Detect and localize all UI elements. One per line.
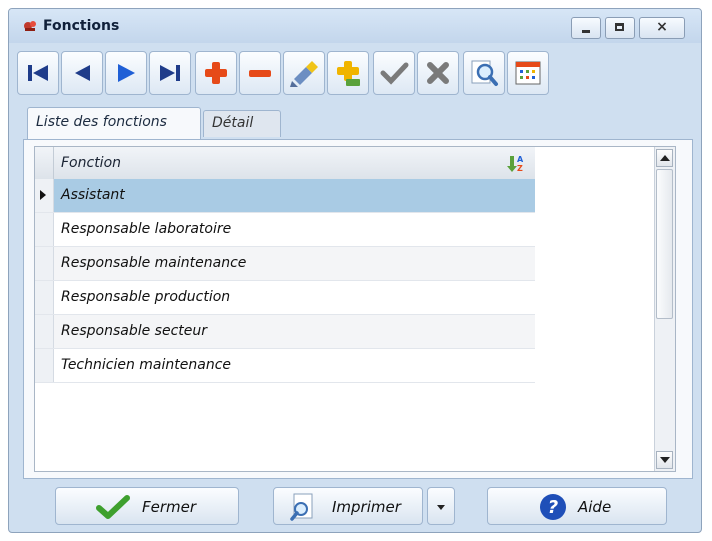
previous-record-button[interactable]: [61, 51, 103, 95]
plus-icon: [205, 62, 227, 84]
scroll-down-button[interactable]: [656, 451, 673, 469]
check-icon: [380, 62, 409, 85]
imprimer-dropdown-button[interactable]: [427, 487, 455, 525]
row-cell-fonction: Responsable maintenance: [61, 255, 247, 271]
table-row[interactable]: Responsable secteur: [35, 315, 535, 349]
tab-detail[interactable]: Détail: [203, 110, 281, 137]
functions-grid[interactable]: Fonction A Z Assistant Responsable labor…: [34, 146, 676, 472]
last-record-button[interactable]: [149, 51, 191, 95]
column-header-fonction[interactable]: Fonction: [61, 155, 121, 171]
table-row[interactable]: Technicien maintenance: [35, 349, 535, 383]
close-icon: ×: [656, 19, 668, 35]
minus-icon: [249, 70, 271, 77]
next-record-button[interactable]: [105, 51, 147, 95]
minimize-button[interactable]: [571, 17, 601, 39]
row-indicator: [35, 179, 54, 212]
help-icon: ?: [540, 494, 566, 520]
imprimer-button[interactable]: Imprimer: [273, 487, 423, 525]
svg-text:A: A: [517, 155, 524, 164]
svg-text:Z: Z: [517, 164, 523, 173]
fermer-button[interactable]: Fermer: [55, 487, 239, 525]
vertical-scrollbar[interactable]: [654, 147, 675, 471]
svg-text:?: ?: [548, 497, 558, 518]
row-cell-fonction: Responsable secteur: [61, 323, 208, 339]
add-record-button[interactable]: [195, 51, 237, 95]
row-indicator: [35, 349, 54, 382]
brush-icon: [290, 61, 318, 87]
check-icon: [96, 495, 130, 519]
table-row[interactable]: Responsable laboratoire: [35, 213, 535, 247]
row-cell-fonction: Responsable laboratoire: [61, 221, 232, 237]
fermer-label: Fermer: [142, 498, 197, 516]
cancel-button[interactable]: [417, 51, 459, 95]
window-title: Fonctions: [43, 18, 120, 34]
table-row[interactable]: Assistant: [35, 179, 535, 213]
tab-liste-des-fonctions[interactable]: Liste des fonctions: [27, 107, 201, 139]
row-indicator: [35, 281, 54, 314]
delete-record-button[interactable]: [239, 51, 281, 95]
validate-button[interactable]: [373, 51, 415, 95]
app-icon: [24, 21, 36, 31]
grid-header: Fonction A Z: [35, 147, 535, 180]
close-window-button[interactable]: ×: [639, 17, 685, 39]
row-cell-fonction: Technicien maintenance: [61, 357, 232, 373]
tab-panel: Fonction A Z Assistant Responsable labor…: [23, 139, 693, 479]
header-indicator-cell: [35, 147, 54, 179]
row-cell-fonction: Assistant: [61, 187, 125, 203]
fonctions-window: Fonctions × Liste des fonctions Détail F…: [8, 8, 702, 533]
print-preview-icon: [290, 493, 313, 521]
aide-button[interactable]: ? Aide: [487, 487, 667, 525]
row-cell-fonction: Responsable production: [61, 289, 231, 305]
row-indicator: [35, 315, 54, 348]
title-bar[interactable]: Fonctions ×: [9, 9, 701, 43]
current-row-arrow-icon: [40, 190, 46, 200]
table-row[interactable]: Responsable maintenance: [35, 247, 535, 281]
first-record-icon: [28, 65, 48, 81]
grid-settings-button[interactable]: [507, 51, 549, 95]
last-record-icon: [160, 65, 180, 81]
edit-record-button[interactable]: [283, 51, 325, 95]
grid-icon: [515, 61, 541, 85]
row-indicator: [35, 213, 54, 246]
table-row[interactable]: Responsable production: [35, 281, 535, 315]
row-indicator: [35, 247, 54, 280]
sort-az-icon[interactable]: A Z: [505, 153, 525, 173]
duplicate-record-button[interactable]: [327, 51, 369, 95]
scroll-up-button[interactable]: [656, 149, 673, 167]
imprimer-label: Imprimer: [332, 498, 401, 516]
aide-label: Aide: [578, 498, 612, 516]
next-record-icon: [118, 64, 135, 82]
scroll-thumb[interactable]: [656, 169, 673, 319]
cross-icon: [427, 62, 449, 84]
plus-copy-icon: [337, 61, 360, 86]
previous-record-icon: [75, 65, 90, 81]
maximize-button[interactable]: [605, 17, 635, 39]
first-record-button[interactable]: [17, 51, 59, 95]
search-button[interactable]: [463, 51, 505, 95]
magnifier-icon: [471, 60, 498, 86]
